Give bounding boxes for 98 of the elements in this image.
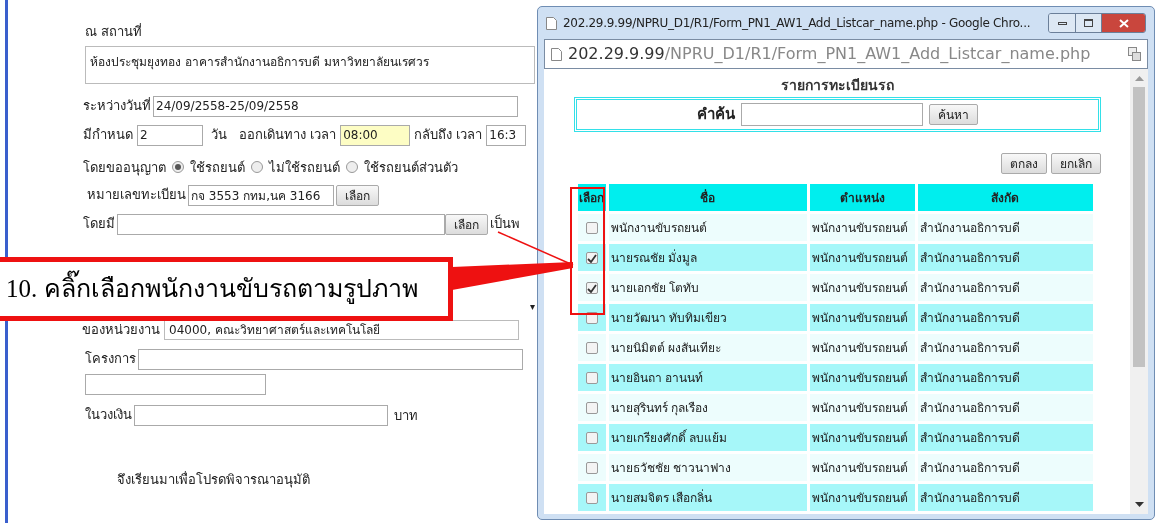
checkbox[interactable] (585, 432, 598, 444)
column-header: ตำแหน่ง (809, 184, 915, 211)
field-label: โดยขออนุญาต (83, 158, 166, 177)
table-cell: สำนักงานอธิการบดี (917, 214, 1093, 241)
scrollbar[interactable] (1130, 69, 1148, 514)
checkbox[interactable] (585, 462, 598, 474)
page-icon (546, 16, 557, 30)
table-cell: สำนักงานอธิการบดี (917, 304, 1093, 331)
table-cell: พนักงานขับรถยนต์ (809, 364, 915, 391)
table-cell: สำนักงานอธิการบดี (917, 484, 1093, 511)
checkbox[interactable] (585, 492, 598, 504)
page-icon (551, 47, 562, 61)
caret-icon: ▾ (529, 299, 535, 314)
table-cell: พนักงานขับรถยนต์ (809, 244, 915, 271)
table-cell: นายสมจิตร เสือกลิ่น (608, 484, 807, 511)
column-header: ชื่อ (608, 184, 807, 211)
table-cell: นายวัฒนา ทับทิมเขียว (608, 304, 807, 331)
field-label: โดยมี (83, 215, 115, 233)
close-button[interactable] (1101, 14, 1145, 32)
field-label: ระหว่างวันที่ (83, 96, 151, 115)
scroll-down-icon[interactable] (1134, 502, 1144, 508)
select-button[interactable]: เลือก (445, 214, 488, 235)
days-field[interactable]: 2 (137, 124, 203, 146)
search-button[interactable]: ค้นหา (928, 104, 978, 125)
table-cell: นายธวัชชัย ชาวนาฟาง (608, 454, 807, 481)
table-cell: สำนักงานอธิการบดี (917, 364, 1093, 391)
address-text: 202.29.9.99/NPRU_D1/R1/Form_PN1_AW1_Add_Listcar_name.php (568, 43, 1092, 65)
minimize-icon (1057, 21, 1067, 25)
input-field[interactable] (85, 374, 266, 395)
ok-button[interactable]: ตกลง (1000, 153, 1047, 174)
table-cell: นายสุรินทร์ กุลเรือง (608, 394, 807, 421)
search-label: คำค้น (696, 104, 735, 126)
callout-text: 10. คลิ๊กเลือกพนักงานขับรถตามรูปภาพ (6, 270, 418, 308)
radio-label: ใช้รถยนต์ (190, 158, 245, 177)
radio-button[interactable] (251, 161, 263, 174)
time-field[interactable]: 16:3 (486, 124, 527, 146)
close-icon (1118, 18, 1129, 28)
table-cell: สำนักงานอธิการบดี (917, 274, 1093, 301)
table-cell: นายนิมิตต์ ผงสันเทียะ (608, 334, 807, 361)
table-cell: สำนักงานอธิการบดี (917, 424, 1093, 451)
checkbox[interactable] (585, 222, 598, 234)
table-cell: สำนักงานอธิการบดี (917, 334, 1093, 361)
field-label: ณ สถานที่ (85, 22, 143, 41)
budget-field[interactable] (134, 405, 388, 426)
table-cell: พนักงานขับรถยนต์ (809, 334, 915, 361)
column-header: สังกัด (917, 184, 1093, 211)
field-label: ของหน่วยงาน (82, 321, 160, 339)
table-cell: นายเกรียงศักดิ์ ลบแย้ม (608, 424, 807, 451)
checkbox[interactable] (585, 252, 598, 264)
field-label: กลับถึง เวลา (414, 125, 483, 144)
table-cell: พนักงานขับรถยนต์ (608, 214, 807, 241)
search-field[interactable] (740, 103, 923, 126)
table-cell: พนักงานขับรถยนต์ (809, 454, 915, 481)
plate-field[interactable]: กจ 3553 กทม,นค 3166 (188, 185, 334, 206)
field-label: เป็นพ (490, 214, 520, 233)
field-label: ออกเดินทาง เวลา (239, 125, 337, 144)
table-cell: พนักงานขับรถยนต์ (809, 394, 915, 421)
select-button[interactable]: เลือก (336, 185, 379, 206)
table-cell: พนักงานขับรถยนต์ (809, 304, 915, 331)
table-cell: สำนักงานอธิการบดี (917, 454, 1093, 481)
checkbox[interactable] (585, 402, 598, 414)
time-field[interactable]: 08:00 (340, 124, 411, 146)
table-cell: พนักงานขับรถยนต์ (809, 424, 915, 451)
translate-icon[interactable] (1128, 47, 1141, 61)
table-cell: นายอินถา อานนท์ (608, 364, 807, 391)
radio-label: ไม่ใช้รถยนต์ (269, 158, 340, 177)
cancel-button[interactable]: ยกเลิก (1050, 153, 1101, 174)
table-cell: นายเอกชัย โตทับ (608, 274, 807, 301)
table-cell: พนักงานขับรถยนต์ (809, 214, 915, 241)
date-field[interactable]: 24/09/2558-25/09/2558 (153, 95, 518, 117)
radio-button[interactable] (346, 161, 358, 174)
radio-label: ใช้รถยนต์ส่วนตัว (364, 158, 458, 177)
table-cell: สำนักงานอธิการบดี (917, 244, 1093, 271)
table-cell: สำนักงานอธิการบดี (917, 394, 1093, 421)
checkbox[interactable] (585, 282, 598, 294)
radio-button[interactable] (172, 161, 184, 174)
checkbox[interactable] (585, 342, 598, 354)
field-label: มีกำหนด (83, 125, 133, 144)
field-label: หมายเลขทะเบียน (87, 186, 186, 204)
window-title: 202.29.9.99/NPRU_D1/R1/Form_PN1_AW1_Add_Listcar_name.php - Google Chro... (563, 15, 1032, 32)
scroll-up-icon[interactable] (1134, 75, 1144, 81)
driver-field[interactable] (117, 214, 445, 235)
table-cell: พนักงานขับรถยนต์ (809, 484, 915, 511)
maximize-icon (1084, 19, 1093, 27)
project-field[interactable] (138, 349, 523, 370)
table-cell: นายรณชัย มั่งมูล (608, 244, 807, 271)
venue-field[interactable]: ห้องประชุมยุงทอง อาคารสำนักงานอธิการบดี มหาวิทยาลัยนเรศวร (85, 45, 535, 84)
list-heading: รายการทะเบียนรถ (780, 76, 894, 95)
field-label: บาท (394, 406, 418, 425)
checkbox[interactable] (585, 372, 598, 384)
table-cell: พนักงานขับรถยนต์ (809, 274, 915, 301)
address-bar[interactable]: 202.29.9.99/NPRU_D1/R1/Form_PN1_AW1_Add_Listcar_name.php (544, 39, 1148, 69)
maximize-button[interactable] (1075, 14, 1101, 32)
minimize-button[interactable] (1049, 14, 1075, 32)
field-label: ในวงเงิน (85, 406, 132, 424)
field-label: โครงการ (85, 350, 136, 368)
field-label: วัน (211, 126, 227, 145)
closing-text: จึงเรียนมาเพื่อโปรดพิจารณาอนุมัติ (117, 470, 310, 490)
